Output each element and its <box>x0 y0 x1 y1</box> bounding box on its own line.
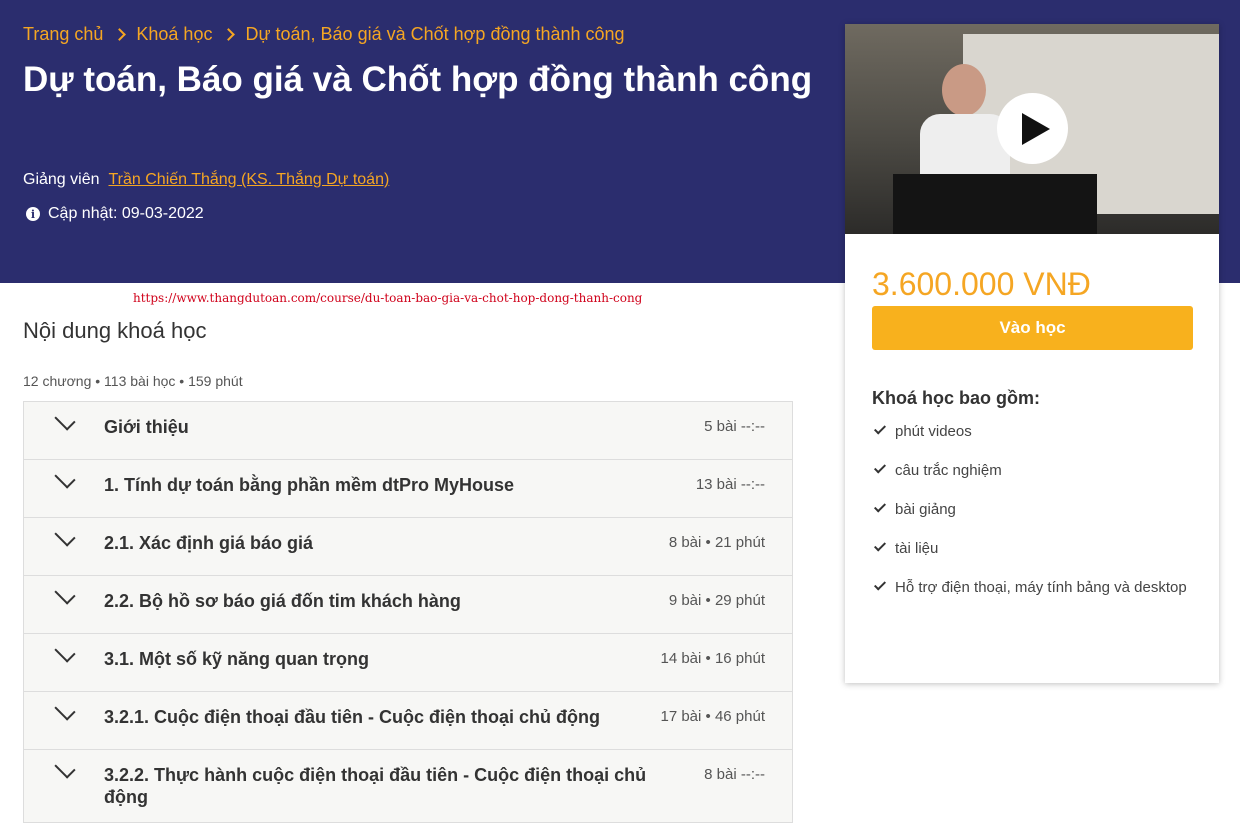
chevron-down-icon[interactable] <box>54 467 76 489</box>
chapter-row[interactable]: Giới thiệu 5 bài --:-- <box>24 402 792 460</box>
chapter-title: 2.2. Bộ hồ sơ báo giá đốn tim khách hàng <box>104 591 461 611</box>
chapter-row[interactable]: 3.1. Một số kỹ năng quan trọng 14 bài • 1… <box>24 634 792 692</box>
chapter-meta: 17 bài • 46 phút <box>660 708 765 725</box>
check-icon <box>873 539 887 552</box>
chapter-title: 3.1. Một số kỹ năng quan trọng <box>104 649 370 669</box>
chapter-title: 1. Tính dự toán bằng phần mềm dtPro MyHo… <box>104 475 515 495</box>
instructor-label: Giảng viên <box>23 171 100 188</box>
curriculum-summary: 12 chương • 113 bài học • 159 phút <box>23 373 243 389</box>
course-sidebar-card: 3.600.000 VNĐ Vào học Khoá học bao gồm: … <box>845 24 1219 683</box>
chapter-title: 3.2.2. Thực hành cuộc điện thoại đầu tiê… <box>104 765 647 807</box>
breadcrumb-current[interactable]: Dự toán, Báo giá và Chốt hợp đồng thành … <box>245 24 624 45</box>
chapter-row[interactable]: 3.2.2. Thực hành cuộc điện thoại đầu tiê… <box>24 750 792 823</box>
chevron-right-icon <box>113 28 127 41</box>
play-icon[interactable] <box>997 93 1068 164</box>
includes-item-label: Hỗ trợ điện thoại, máy tính bảng và desk… <box>895 579 1187 596</box>
chevron-down-icon[interactable] <box>54 525 76 547</box>
preview-video[interactable] <box>845 24 1219 234</box>
instructor-link[interactable]: Trần Chiến Thắng (KS. Thắng Dự toán) <box>109 171 390 189</box>
updated-date: Cập nhật: 09-03-2022 <box>48 205 204 222</box>
page-title: Dự toán, Báo giá và Chốt hợp đồng thành … <box>23 60 813 99</box>
chapter-row[interactable]: 1. Tính dự toán bằng phần mềm dtPro MyHo… <box>24 460 792 518</box>
includes-item: câu trắc nghiệm <box>872 460 1192 482</box>
curriculum-list: Giới thiệu 5 bài --:-- 1. Tính dự toán bằn… <box>23 401 793 823</box>
chevron-down-icon[interactable] <box>54 699 76 721</box>
check-icon <box>873 500 887 513</box>
chapter-row[interactable]: 2.1. Xác định giá báo giá 8 bài • 21 phút <box>24 518 792 576</box>
breadcrumb: Trang chủ Khoá học Dự toán, Báo giá và C… <box>23 24 625 45</box>
instructor-line: Giảng viên Trần Chiến Thắng (KS. Thắng D… <box>23 171 389 189</box>
chapter-meta: 8 bài --:-- <box>704 766 765 783</box>
desk-image <box>893 174 1097 234</box>
includes-item: tài liệu <box>872 538 1192 560</box>
check-icon <box>873 461 887 474</box>
chevron-down-icon[interactable] <box>54 409 76 431</box>
breadcrumb-home[interactable]: Trang chủ <box>23 24 103 45</box>
chevron-down-icon[interactable] <box>54 641 76 663</box>
breadcrumb-courses[interactable]: Khoá học <box>136 24 212 45</box>
chevron-right-icon <box>222 28 236 41</box>
includes-item-label: bài giảng <box>895 501 956 518</box>
includes-item-label: tài liệu <box>895 540 939 557</box>
includes-list: phút videos câu trắc nghiệm bài giảng tài l… <box>872 421 1192 616</box>
chapter-title: 3.2.1. Cuộc điện thoại đầu tiên - Cuộc đ… <box>104 707 601 727</box>
enroll-button[interactable]: Vào học <box>872 306 1193 350</box>
chapter-meta: 9 bài • 29 phút <box>668 592 765 609</box>
includes-item: phút videos <box>872 421 1192 443</box>
chapter-meta: 14 bài • 16 phút <box>660 650 765 667</box>
chapter-title: Giới thiệu <box>104 417 189 437</box>
url-overlay: https://www.thangdutoan.com/course/du-to… <box>133 291 643 305</box>
chevron-down-icon[interactable] <box>54 583 76 605</box>
chapter-row[interactable]: 3.2.1. Cuộc điện thoại đầu tiên - Cuộc đ… <box>24 692 792 750</box>
chevron-down-icon[interactable] <box>54 757 76 779</box>
includes-item: Hỗ trợ điện thoại, máy tính bảng và desk… <box>872 577 1192 599</box>
includes-item-label: câu trắc nghiệm <box>895 462 1002 479</box>
check-icon <box>873 578 887 591</box>
updated-line: i Cập nhật: 09-03-2022 <box>26 205 204 223</box>
check-icon <box>873 422 887 435</box>
includes-item-label: phút videos <box>895 423 972 440</box>
curriculum-heading: Nội dung khoá học <box>23 318 207 343</box>
includes-title: Khoá học bao gồm: <box>872 388 1040 408</box>
chapter-meta: 5 bài --:-- <box>704 418 765 435</box>
course-price: 3.600.000 VNĐ <box>872 266 1091 302</box>
chapter-meta: 13 bài --:-- <box>695 476 765 493</box>
chapter-title: 2.1. Xác định giá báo giá <box>104 533 314 553</box>
chapter-meta: 8 bài • 21 phút <box>668 534 765 551</box>
includes-item: bài giảng <box>872 499 1192 521</box>
chapter-row[interactable]: 2.2. Bộ hồ sơ báo giá đốn tim khách hàng… <box>24 576 792 634</box>
info-icon: i <box>26 207 40 221</box>
